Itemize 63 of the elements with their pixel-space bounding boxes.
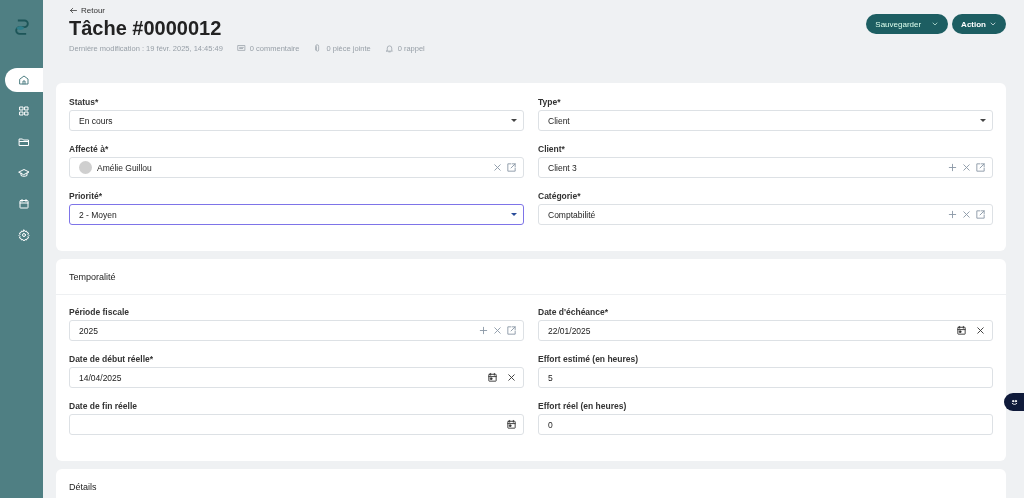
input-field[interactable]: 2025 <box>69 320 524 341</box>
dropdown-caret-icon <box>511 119 517 122</box>
clear-icon <box>492 162 503 173</box>
field-label: Priorité* <box>69 191 104 201</box>
open-external-icon <box>506 162 517 173</box>
sidebar-item[interactable] <box>5 68 43 92</box>
field-label: Date de fin réelle <box>69 401 139 411</box>
open-external-icon <box>506 325 517 336</box>
avatar <box>79 161 92 174</box>
arrow-left-icon <box>69 6 78 15</box>
dropdown-caret-icon <box>511 213 517 216</box>
date-field[interactable]: 22/01/2025 <box>538 320 993 341</box>
calendar-icon <box>956 325 967 336</box>
chevron-down-icon <box>931 20 940 28</box>
input-field[interactable]: 5 <box>538 367 993 388</box>
clear-icon <box>492 325 503 336</box>
dropdown-field[interactable]: En cours <box>69 110 524 131</box>
field-label: Date d'échéance* <box>538 307 610 317</box>
field-label: Effort réel (en heures) <box>538 401 628 411</box>
calendar-icon <box>506 419 517 430</box>
save-button[interactable]: Sauvegarder <box>866 14 949 34</box>
bell-icon <box>384 44 394 53</box>
clear-icon <box>975 325 986 336</box>
grid-icon <box>18 105 30 117</box>
comment-icon <box>236 44 246 53</box>
page-title: Tâche #0000012 <box>69 17 223 40</box>
dropdown-field[interactable]: 2 - Moyen <box>69 204 524 225</box>
action-button[interactable]: Action <box>952 14 1006 34</box>
open-external-icon <box>975 162 986 173</box>
add-icon <box>478 325 489 336</box>
field-label: Status* <box>69 97 100 107</box>
date-field[interactable] <box>69 414 524 435</box>
add-icon <box>947 209 958 220</box>
calendar-icon <box>487 372 498 383</box>
calendar-icon <box>18 198 30 210</box>
settings-icon <box>18 229 30 241</box>
clear-icon <box>506 372 517 383</box>
input-field[interactable]: 0 <box>538 414 993 435</box>
section-title: Détails <box>56 469 1006 498</box>
add-icon <box>947 162 958 173</box>
home-icon <box>18 74 30 86</box>
field-label: Catégorie* <box>538 191 582 201</box>
chevron-down-icon <box>989 20 997 28</box>
clear-icon <box>961 162 972 173</box>
field-label: Type* <box>538 97 562 107</box>
graduation-cap-icon <box>18 167 30 179</box>
field-label: Client* <box>538 144 566 154</box>
input-field[interactable]: Amélie Guillou <box>69 157 524 178</box>
field-label: Affecté à* <box>69 144 110 154</box>
chat-widget-button[interactable] <box>1004 393 1024 411</box>
field-label: Effort estimé (en heures) <box>538 354 640 364</box>
back-link[interactable]: Retour <box>69 6 105 15</box>
dropdown-caret-icon <box>980 119 986 122</box>
field-label: Date de début réelle* <box>69 354 155 364</box>
open-external-icon <box>975 209 986 220</box>
section-title: Temporalité <box>56 259 1006 295</box>
dropdown-field[interactable]: Client <box>538 110 993 131</box>
clear-icon <box>961 209 972 220</box>
date-field[interactable]: 14/04/2025 <box>69 367 524 388</box>
field-label: Période fiscale <box>69 307 130 317</box>
input-field[interactable]: Client 3 <box>538 157 993 178</box>
folder-icon <box>18 136 30 148</box>
input-field[interactable]: Comptabilité <box>538 204 993 225</box>
